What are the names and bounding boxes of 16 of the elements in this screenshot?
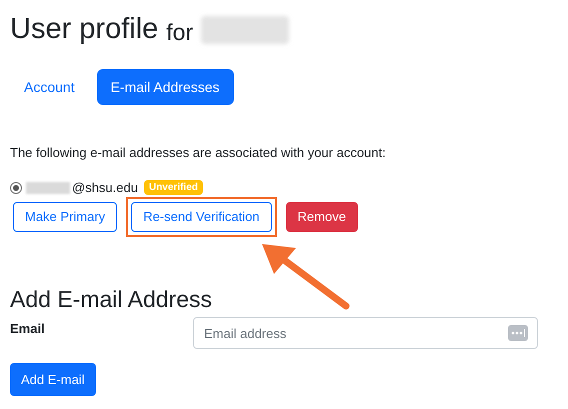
- title-for: for: [166, 21, 194, 44]
- add-email-button[interactable]: Add E-mail: [10, 363, 96, 396]
- redacted-email: [26, 182, 70, 194]
- section-heading: Add E-mail Address: [10, 284, 213, 314]
- page-title: User profile: [10, 15, 158, 44]
- action-button[interactable]: Remove: [286, 202, 358, 232]
- autofill-icon: [508, 325, 528, 342]
- action-button[interactable]: Make Primary: [13, 202, 118, 232]
- email-address: @shsu.edu: [72, 178, 138, 197]
- radio-button[interactable]: [10, 182, 22, 194]
- field-label: Email: [10, 320, 46, 338]
- action-button[interactable]: Re-send Verification: [131, 202, 272, 232]
- unverified-badge: Unverified: [144, 180, 203, 195]
- intro-text: The following e-mail addresses are associated with your account:: [10, 144, 387, 162]
- tab[interactable]: E-mail Addresses: [96, 69, 234, 105]
- email-input[interactable]: Email address: [193, 317, 538, 350]
